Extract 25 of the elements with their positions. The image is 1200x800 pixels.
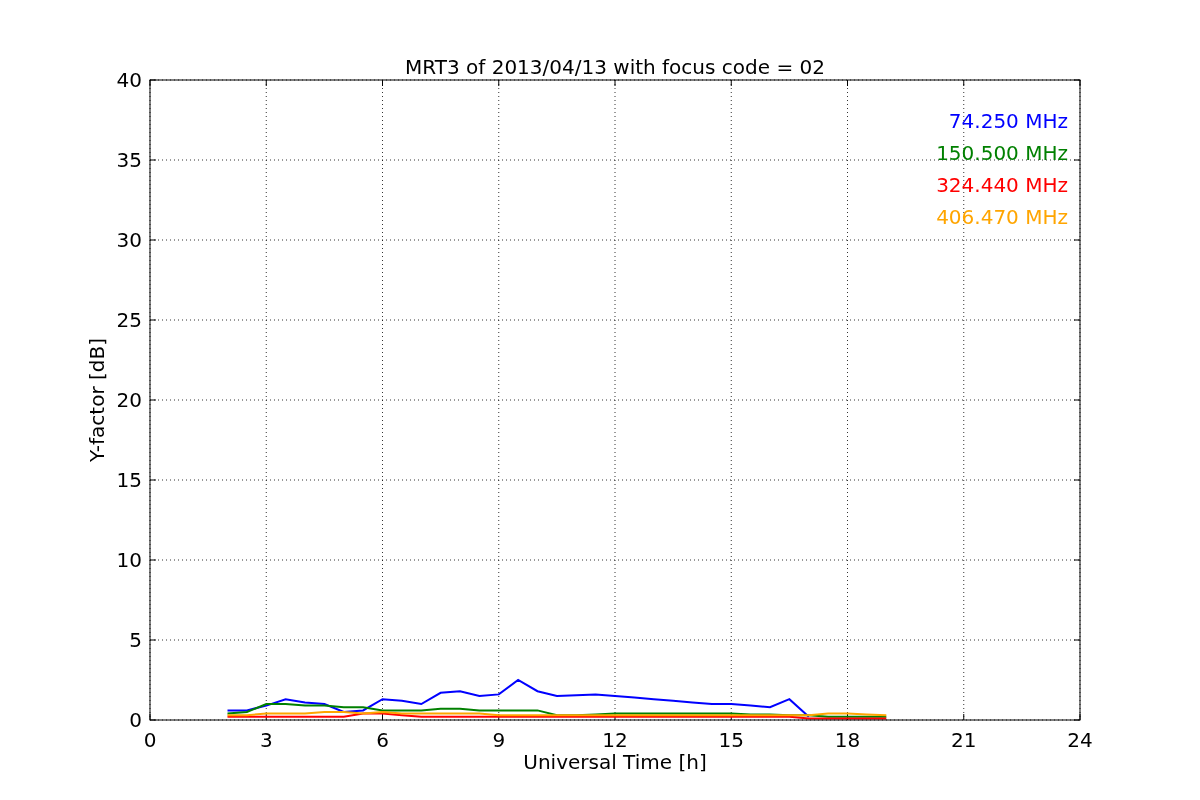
x-tick-label: 21 <box>951 728 977 752</box>
y-axis-label: Y-factor [dB] <box>85 338 109 462</box>
legend-label: 406.470 MHz <box>936 205 1068 229</box>
legend-label: 74.250 MHz <box>948 109 1068 133</box>
y-tick-label: 10 <box>116 548 142 572</box>
x-tick-label: 12 <box>602 728 628 752</box>
y-tick-label: 5 <box>129 628 142 652</box>
legend-label: 150.500 MHz <box>936 141 1068 165</box>
y-tick-label: 20 <box>116 388 142 412</box>
y-tick-label: 0 <box>129 708 142 732</box>
y-tick-label: 35 <box>116 148 142 172</box>
x-tick-label: 18 <box>834 728 861 752</box>
legend-label: 324.440 MHz <box>936 173 1068 197</box>
x-tick-label: 6 <box>376 728 389 752</box>
x-tick-label: 9 <box>492 728 506 752</box>
y-tick-label: 30 <box>116 228 142 252</box>
x-axis-label: Universal Time [h] <box>523 750 707 774</box>
y-tick-label: 25 <box>116 308 142 332</box>
y-tick-label: 15 <box>116 468 142 492</box>
x-tick-label: 15 <box>718 728 744 752</box>
chart-title: MRT3 of 2013/04/13 with focus code = 02 <box>405 55 825 79</box>
x-tick-label: 0 <box>143 728 157 752</box>
x-tick-label: 24 <box>1067 728 1093 752</box>
y-tick-label: 40 <box>116 68 142 92</box>
x-tick-label: 3 <box>259 728 273 752</box>
